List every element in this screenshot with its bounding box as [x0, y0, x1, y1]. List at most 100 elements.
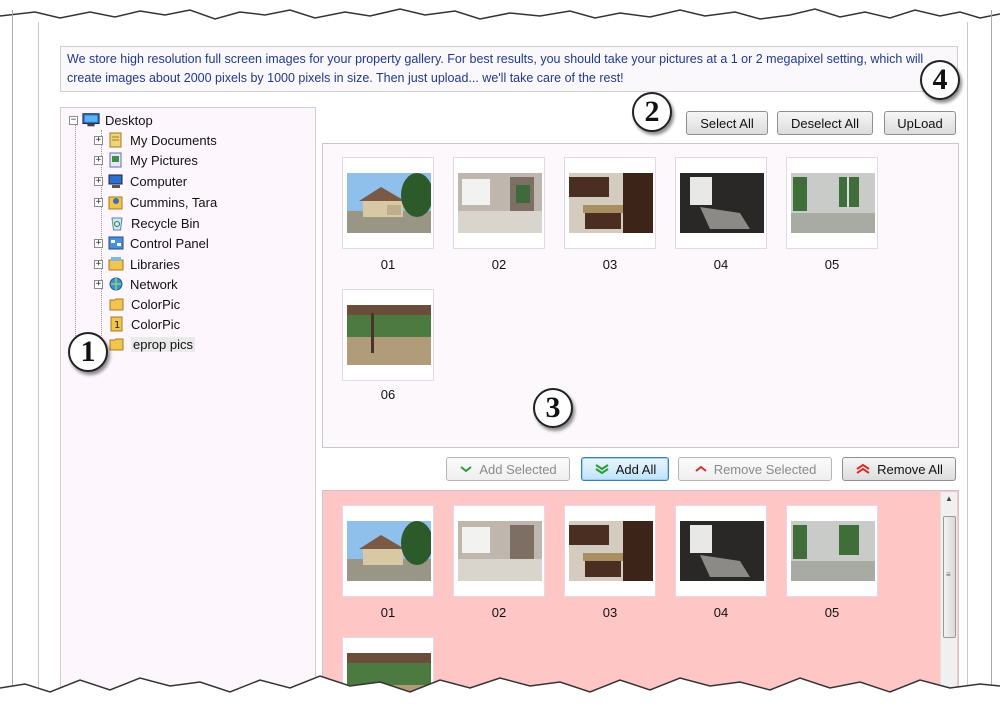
tree-item-label: ColorPic: [131, 296, 181, 312]
libraries-icon: [108, 257, 124, 271]
folder-icon: [109, 338, 124, 351]
tree-item-colorpic-folder[interactable]: ColorPic: [108, 294, 180, 314]
backyard-photo: [347, 305, 431, 365]
image-caption: 01: [380, 257, 396, 272]
recycle-bin-icon: [111, 217, 123, 231]
tree-item-label: eprop pics: [131, 336, 195, 352]
folder-tree[interactable]: − Desktop + My Documents + My Pictures +…: [60, 107, 316, 706]
callout-1: 1: [68, 332, 108, 372]
tree-item-label: Control Panel: [130, 235, 209, 251]
double-chevron-up-icon: [856, 463, 870, 474]
source-image-gallery[interactable]: 01 02 03 04 05 06: [322, 143, 959, 448]
expand-icon[interactable]: +: [94, 238, 103, 248]
image-thumbnail[interactable]: [675, 505, 767, 597]
image-caption: 05: [824, 605, 840, 620]
add-all-label: Add All: [615, 461, 657, 477]
info-message: We store high resolution full screen ima…: [60, 46, 958, 92]
image-caption: 02: [491, 605, 507, 620]
tree-item-my-documents[interactable]: + My Documents: [94, 130, 217, 150]
tree-item-label: Desktop: [105, 112, 153, 128]
image-thumbnail[interactable]: [786, 505, 878, 597]
scrollbar-thumb[interactable]: ≡: [943, 516, 956, 638]
chevron-up-icon: [695, 465, 707, 472]
kitchen-photo: [569, 173, 653, 233]
callout-4: 4: [920, 60, 960, 100]
double-chevron-down-icon: [595, 464, 609, 475]
tree-item-label: Recycle Bin: [131, 215, 200, 231]
empty-room-photo: [791, 173, 875, 233]
tree-item-label: Cummins, Tara: [130, 194, 218, 210]
tree-item-eprop-pics[interactable]: eprop pics: [108, 334, 195, 354]
house-exterior-photo: [347, 173, 431, 233]
desktop-icon: [82, 113, 100, 127]
tree-item-computer[interactable]: + Computer: [94, 171, 187, 191]
colorpic-app-icon: 1: [110, 316, 123, 332]
tree-item-label: Libraries: [130, 256, 180, 272]
image-caption: 05: [824, 257, 840, 272]
add-selected-label: Add Selected: [479, 461, 557, 477]
empty-room-photo: [791, 521, 875, 581]
scroll-up-arrow-icon[interactable]: ▲: [941, 494, 957, 508]
expand-icon[interactable]: +: [94, 259, 103, 269]
collapse-icon[interactable]: −: [69, 115, 78, 125]
tree-item-libraries[interactable]: + Libraries: [94, 254, 180, 274]
folder-icon: [109, 298, 124, 311]
tree-item-label: Computer: [130, 173, 188, 189]
image-caption: 02: [491, 257, 507, 272]
living-room-photo: [458, 521, 542, 581]
tree-item-label: ColorPic: [131, 316, 181, 332]
image-thumbnail[interactable]: [675, 157, 767, 249]
add-all-button[interactable]: Add All: [581, 457, 669, 481]
tree-item-control-panel[interactable]: + Control Panel: [94, 233, 209, 253]
tree-item-desktop[interactable]: − Desktop: [69, 110, 153, 130]
remove-all-button[interactable]: Remove All: [842, 457, 956, 481]
image-thumbnail[interactable]: [453, 157, 545, 249]
computer-icon: [108, 174, 123, 188]
chevron-down-icon: [460, 466, 472, 473]
house-exterior-photo: [347, 521, 431, 581]
tree-item-cummins-tara[interactable]: + Cummins, Tara: [94, 192, 217, 212]
dark-room-photo: [680, 521, 764, 581]
expand-icon[interactable]: +: [94, 197, 103, 207]
control-panel-icon: [108, 236, 124, 250]
upload-button[interactable]: UpLoad: [884, 111, 956, 135]
image-caption: 03: [602, 257, 618, 272]
tree-item-colorpic-app[interactable]: 1 ColorPic: [108, 314, 180, 334]
image-caption: 04: [713, 605, 729, 620]
image-thumbnail[interactable]: [453, 505, 545, 597]
select-all-button[interactable]: Select All: [686, 111, 768, 135]
tree-item-my-pictures[interactable]: + My Pictures: [94, 150, 198, 170]
expand-icon[interactable]: +: [94, 135, 103, 145]
documents-icon: [109, 132, 122, 148]
image-thumbnail[interactable]: [342, 505, 434, 597]
callout-2: 2: [632, 92, 672, 132]
tree-item-recycle-bin[interactable]: Recycle Bin: [108, 213, 200, 233]
user-folder-icon: [108, 196, 123, 210]
image-thumbnail[interactable]: [786, 157, 878, 249]
image-thumbnail[interactable]: [342, 289, 434, 381]
tree-item-network[interactable]: + Network: [94, 274, 178, 294]
image-caption: 06: [380, 387, 396, 402]
image-caption: 03: [602, 605, 618, 620]
remove-selected-label: Remove Selected: [713, 461, 817, 477]
remove-all-label: Remove All: [877, 461, 943, 477]
tree-item-label: Network: [130, 276, 178, 292]
dark-room-photo: [680, 173, 764, 233]
add-selected-button[interactable]: Add Selected: [446, 457, 570, 481]
tree-item-label: My Pictures: [130, 152, 198, 168]
callout-3: 3: [533, 388, 573, 428]
image-thumbnail[interactable]: [564, 505, 656, 597]
pictures-icon: [109, 152, 122, 168]
network-icon: [109, 277, 123, 291]
expand-icon[interactable]: +: [94, 176, 103, 186]
living-room-photo: [458, 173, 542, 233]
svg-text:1: 1: [114, 320, 120, 331]
tree-item-label: My Documents: [130, 132, 217, 148]
image-thumbnail[interactable]: [564, 157, 656, 249]
torn-edge-bottom: [0, 675, 1000, 706]
remove-selected-button[interactable]: Remove Selected: [678, 457, 832, 481]
expand-icon[interactable]: +: [94, 155, 103, 165]
image-thumbnail[interactable]: [342, 157, 434, 249]
deselect-all-button[interactable]: Deselect All: [777, 111, 873, 135]
expand-icon[interactable]: +: [94, 279, 103, 289]
